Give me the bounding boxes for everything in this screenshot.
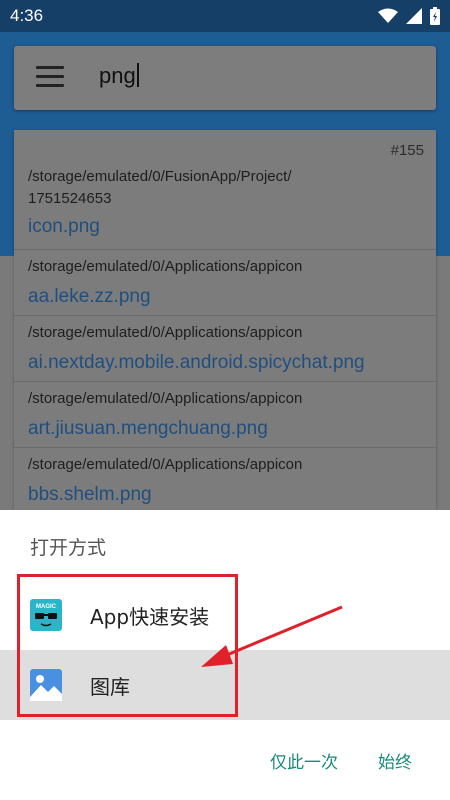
- result-count: #155: [390, 142, 424, 159]
- text-caret: [136, 63, 139, 87]
- result-path: /storage/emulated/0/FusionApp/Project/: [28, 168, 292, 185]
- search-query: png: [99, 63, 136, 88]
- gallery-icon: [30, 669, 62, 701]
- status-icons: [378, 7, 440, 25]
- result-filename: aa.leke.zz.png: [28, 286, 151, 307]
- sheet-title: 打开方式: [30, 537, 107, 559]
- search-bar[interactable]: png: [14, 46, 436, 110]
- option-gallery[interactable]: 图库: [0, 650, 450, 720]
- wifi-icon: [378, 8, 398, 23]
- result-path-continued: 1751524653: [28, 190, 112, 207]
- result-path: /storage/emulated/0/Applications/appicon: [28, 324, 303, 341]
- result-path: /storage/emulated/0/Applications/appicon: [28, 258, 303, 275]
- signal-icon: [406, 8, 422, 24]
- status-bar: 4:36: [0, 0, 450, 32]
- magic-icon-text: MAGIC: [36, 604, 57, 610]
- open-with-sheet: 打开方式 MAGIC App快速安装 图库 仅此一次 始终: [0, 510, 450, 800]
- result-path: /storage/emulated/0/Applications/appicon: [28, 390, 303, 407]
- result-filename: ai.nextday.mobile.android.spicychat.png: [28, 352, 365, 373]
- results-list: #155 /storage/emulated/0/FusionApp/Proje…: [14, 130, 436, 510]
- list-item[interactable]: /storage/emulated/0/Applications/appicon…: [14, 250, 436, 316]
- option-app-quick-install[interactable]: MAGIC App快速安装: [0, 580, 450, 650]
- list-item[interactable]: /storage/emulated/0/Applications/appicon…: [14, 448, 436, 510]
- list-item[interactable]: /storage/emulated/0/Applications/appicon…: [14, 316, 436, 382]
- option-label: 图库: [90, 675, 130, 699]
- status-time: 4:36: [10, 6, 44, 25]
- just-once-button[interactable]: 仅此一次: [270, 748, 338, 773]
- list-item[interactable]: /storage/emulated/0/Applications/appicon…: [14, 382, 436, 448]
- always-button[interactable]: 始终: [378, 748, 412, 773]
- result-filename: bbs.shelm.png: [28, 484, 152, 505]
- result-filename: art.jiusuan.mengchuang.png: [28, 418, 268, 439]
- result-filename: icon.png: [28, 216, 100, 237]
- magic-app-icon: MAGIC: [30, 599, 62, 631]
- result-path: /storage/emulated/0/Applications/appicon: [28, 456, 303, 473]
- search-input[interactable]: png: [99, 63, 139, 89]
- list-item[interactable]: /storage/emulated/0/FusionApp/Project/ 1…: [14, 166, 436, 250]
- battery-icon: [430, 7, 440, 25]
- menu-icon[interactable]: [36, 66, 64, 88]
- option-label: App快速安装: [90, 605, 210, 629]
